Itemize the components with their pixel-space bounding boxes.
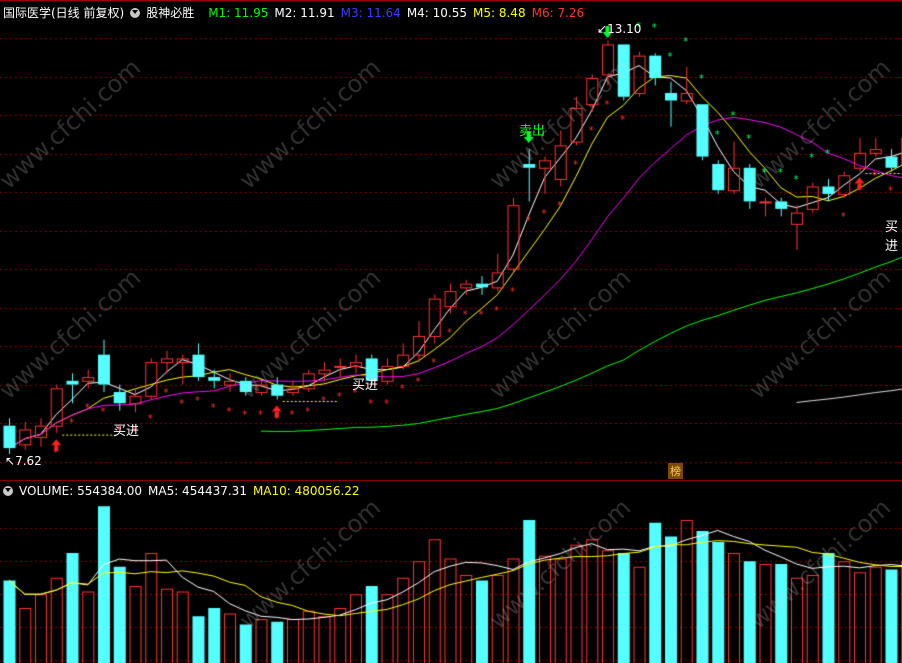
ma-readout-m2: M2: 11.91 (274, 6, 335, 20)
dropdown-icon[interactable] (130, 8, 141, 18)
buy-label-1: 买进 (113, 424, 140, 439)
ma-readout-m4: M4: 10.55 (406, 6, 468, 20)
sell-label: 卖出 (519, 124, 546, 139)
ma-readout-m5: M5: 8.48 (473, 6, 526, 20)
stock-title: 国际医学(日线 前复权) (3, 6, 125, 20)
low-price-label: ↖7.62 (5, 454, 42, 468)
volume-ma5: MA5: 454437.31 (148, 484, 247, 498)
ma-readout-m3: M3: 11.64 (340, 6, 401, 20)
dropdown-icon[interactable] (3, 486, 13, 496)
volume-title: VOLUME: 554384.00 (19, 484, 142, 498)
list-badge: 榜 (668, 463, 683, 479)
volume-ma10: MA10: 480056.22 (252, 484, 360, 498)
buy-label-2: 买进 (352, 378, 379, 393)
ma-readout-m6: M6: 7.26 (531, 6, 585, 20)
indicator-name[interactable]: 股神必胜 (146, 4, 194, 22)
volume-header: VOLUME: 554384.00 MA5: 454437.31 MA10: 4… (3, 482, 366, 500)
price-volume-chart (0, 0, 902, 663)
ma-readout-m1: M1: 11.95 (208, 6, 269, 20)
price-header: 国际医学(日线 前复权) 股神必胜 M1: 11.95 M2: 11.91 M3… (3, 4, 590, 22)
high-price-label: ↙13.10 (597, 22, 642, 36)
buy-label-3: 买进 (885, 220, 899, 254)
